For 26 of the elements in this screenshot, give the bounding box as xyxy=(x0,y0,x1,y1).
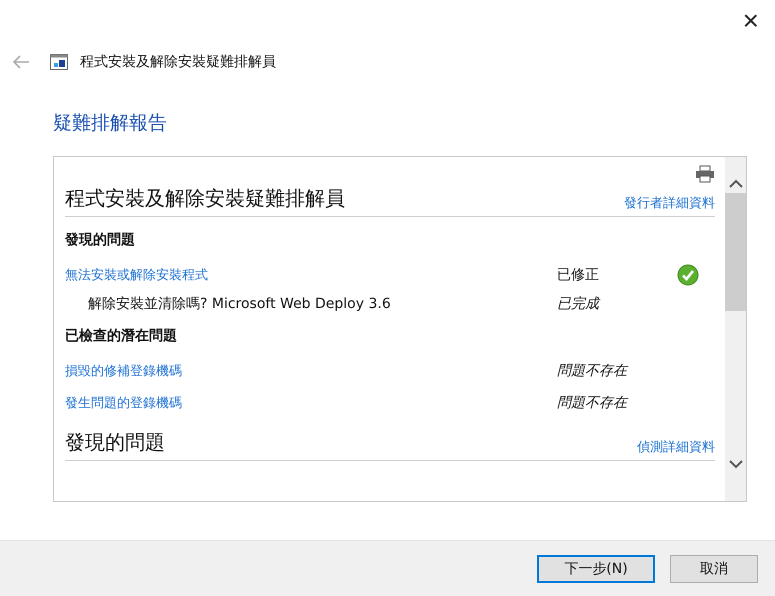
window-title: 程式安裝及解除安裝疑難排解員 xyxy=(80,53,276,71)
detail-text: 解除安裝並清除嗎? Microsoft Web Deploy 3.6 xyxy=(87,295,392,313)
cancel-button[interactable]: 取消 xyxy=(670,554,758,582)
program-window-icon xyxy=(50,54,68,70)
scroll-thumb[interactable] xyxy=(725,193,746,311)
status-text: 問題不存在 xyxy=(557,394,630,412)
scroll-up-icon[interactable] xyxy=(728,179,742,189)
scrollbar[interactable] xyxy=(725,157,746,501)
next-button[interactable]: 下一步(N) xyxy=(537,554,655,582)
close-button[interactable]: × xyxy=(738,6,763,36)
problem-link[interactable]: 無法安裝或解除安裝程式 xyxy=(65,266,557,284)
issue-link[interactable]: 發生問題的登錄機碼 xyxy=(65,394,557,412)
details-link[interactable]: 發行者詳細資料 xyxy=(624,194,715,212)
issue-link[interactable]: 損毀的修補登錄機碼 xyxy=(65,362,557,380)
group-label: 已檢查的潛在問題 xyxy=(65,327,178,345)
status-text: 已修正 xyxy=(557,266,600,284)
scroll-down-icon[interactable] xyxy=(728,459,742,469)
page-heading: 疑難排解報告 xyxy=(53,111,168,136)
printer-icon[interactable] xyxy=(695,165,715,183)
section-title: 程式安裝及解除安裝疑難排解員 xyxy=(65,185,345,212)
details-link[interactable]: 偵測詳細資料 xyxy=(637,438,715,456)
status-text: 問題不存在 xyxy=(557,362,630,380)
section-title: 發現的問題 xyxy=(65,429,165,456)
status-text: 已完成 xyxy=(557,295,602,313)
group-label: 發現的問題 xyxy=(65,231,136,249)
check-icon xyxy=(677,264,699,286)
